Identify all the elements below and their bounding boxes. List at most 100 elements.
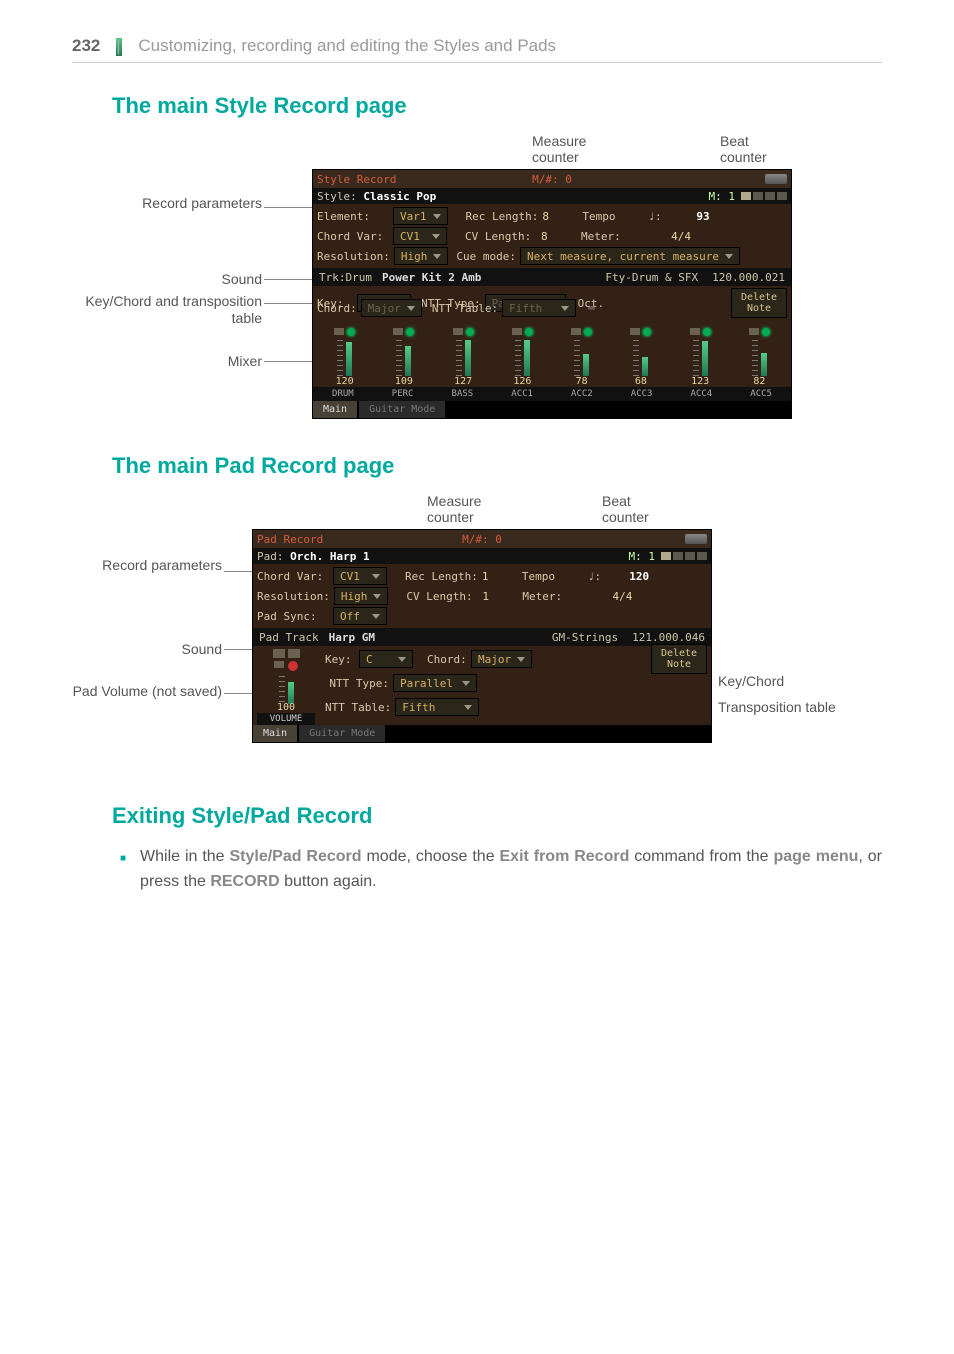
mixer-channel[interactable]: 123 bbox=[671, 328, 730, 387]
beat-counter bbox=[661, 552, 707, 560]
tempo-value[interactable]: 120 bbox=[605, 570, 649, 583]
reclen-label: Rec Length: bbox=[405, 570, 478, 583]
pad-record-screen: Pad Record M/#: 0 Pad: Orch. Harp 1 M: 1… bbox=[252, 529, 712, 743]
chordvar-label: Chord Var: bbox=[317, 230, 389, 243]
reclen-value[interactable]: 8 bbox=[542, 210, 564, 223]
track-bank: GM-Strings bbox=[552, 631, 618, 644]
tab-main[interactable]: Main bbox=[313, 401, 357, 418]
element-label: Element: bbox=[317, 210, 389, 223]
menu-icon[interactable] bbox=[685, 534, 707, 544]
tempo-unit: ♩: bbox=[588, 570, 601, 583]
meter-value[interactable]: 4/4 bbox=[647, 230, 691, 243]
reclen-value[interactable]: 1 bbox=[482, 570, 504, 583]
chordvar-select[interactable]: CV1 bbox=[333, 567, 387, 585]
tab-main[interactable]: Main bbox=[253, 725, 297, 742]
heading-style-record: The main Style Record page bbox=[112, 93, 882, 119]
track-bank: Fty-Drum & SFX bbox=[605, 271, 698, 284]
callout-measure: Measure counter bbox=[427, 493, 481, 525]
track-sound-name[interactable]: Harp GM bbox=[329, 631, 375, 644]
measure-counter: M/#: 0 bbox=[532, 173, 572, 186]
track-label: ACC4 bbox=[672, 387, 732, 401]
cvlen-label: CV Length: bbox=[406, 590, 478, 603]
exit-term: Exit from Record bbox=[500, 848, 630, 865]
exit-term: page menu bbox=[773, 848, 858, 865]
resolution-label: Resolution: bbox=[317, 250, 390, 263]
track-label: ACC2 bbox=[552, 387, 612, 401]
cvlen-value[interactable]: 1 bbox=[482, 590, 504, 603]
style-record-screen: Style Record M/#: 0 Style: Classic Pop M… bbox=[312, 169, 792, 419]
style-label: Style: bbox=[317, 190, 357, 203]
mixer-channel[interactable]: 68 bbox=[611, 328, 670, 387]
mixer-channel[interactable]: 120 bbox=[315, 328, 374, 387]
chord-label: Chord: bbox=[317, 302, 357, 315]
keyboard-icon[interactable]: ⌨ bbox=[588, 302, 595, 315]
cuemode-select[interactable]: Next measure, current measure bbox=[520, 247, 740, 265]
key-label: Key: bbox=[325, 653, 355, 666]
exit-text: command from the bbox=[629, 848, 773, 865]
resolution-select[interactable]: High bbox=[394, 247, 449, 265]
ntttable-select[interactable]: Fifth bbox=[395, 698, 479, 716]
mixer-channel[interactable]: 127 bbox=[434, 328, 493, 387]
page-header: 232 | Customizing, recording and editing… bbox=[72, 36, 882, 63]
callout-keychord-right: Key/Chord bbox=[718, 673, 784, 689]
chord-select[interactable]: Major bbox=[471, 650, 532, 668]
m-value: 1 bbox=[648, 550, 655, 563]
chordvar-label: Chord Var: bbox=[257, 570, 329, 583]
chevron-down-icon bbox=[561, 306, 569, 311]
meter-label: Meter: bbox=[581, 230, 643, 243]
padsync-label: Pad Sync: bbox=[257, 610, 329, 623]
mixer-channel[interactable]: 126 bbox=[493, 328, 552, 387]
track-sound-name[interactable]: Power Kit 2 Amb bbox=[382, 271, 481, 284]
beat-counter bbox=[741, 192, 787, 200]
chevron-down-icon bbox=[462, 681, 470, 686]
track-label: DRUM bbox=[313, 387, 373, 401]
pad-label: Pad: bbox=[257, 550, 284, 563]
exit-term: Style/Pad Record bbox=[229, 848, 361, 865]
meter-value[interactable]: 4/4 bbox=[588, 590, 632, 603]
chevron-down-icon bbox=[517, 657, 525, 662]
measure-counter: M/#: 0 bbox=[462, 533, 502, 546]
tab-guitar-mode[interactable]: Guitar Mode bbox=[359, 401, 445, 418]
callout-keychord: Key/Chord and transposition table bbox=[82, 293, 262, 327]
track-number: 121.000.046 bbox=[632, 631, 705, 644]
element-select[interactable]: Var1 bbox=[393, 207, 448, 225]
callout-beat: Beat counter bbox=[720, 133, 767, 165]
resolution-select[interactable]: High bbox=[334, 587, 389, 605]
chord-select[interactable]: Major bbox=[361, 299, 422, 317]
callout-measure: Measure counter bbox=[532, 133, 586, 165]
mixer-channel[interactable]: 82 bbox=[730, 328, 789, 387]
menu-icon[interactable] bbox=[765, 174, 787, 184]
padsync-select[interactable]: Off bbox=[333, 607, 387, 625]
callout-sound: Sound bbox=[82, 271, 262, 288]
chevron-down-icon bbox=[407, 306, 415, 311]
volume-value[interactable]: 100 bbox=[277, 702, 295, 713]
exit-term: RECORD bbox=[210, 873, 279, 890]
ntttype-select[interactable]: Parallel bbox=[393, 674, 477, 692]
chevron-down-icon bbox=[398, 657, 406, 662]
track-label: ACC5 bbox=[731, 387, 791, 401]
tempo-value[interactable]: 93 bbox=[666, 210, 710, 223]
tempo-label: Tempo bbox=[522, 570, 584, 583]
m-label: M: bbox=[709, 190, 722, 203]
volume-label: VOLUME bbox=[257, 713, 315, 725]
mixer-channel[interactable]: 78 bbox=[552, 328, 611, 387]
chordvar-select[interactable]: CV1 bbox=[393, 227, 447, 245]
m-label: M: bbox=[629, 550, 642, 563]
style-name: Classic Pop bbox=[363, 190, 436, 203]
ntttable-select[interactable]: Fifth bbox=[502, 299, 576, 317]
callout-padvol: Pad Volume (not saved) bbox=[42, 683, 222, 700]
exit-text: mode, choose the bbox=[362, 848, 500, 865]
tab-guitar-mode[interactable]: Guitar Mode bbox=[299, 725, 385, 742]
chevron-down-icon bbox=[433, 254, 441, 259]
callout-trans-table: Transposition table bbox=[718, 699, 838, 715]
mixer-channel[interactable]: 109 bbox=[374, 328, 433, 387]
cvlen-value[interactable]: 8 bbox=[541, 230, 563, 243]
delete-note-button[interactable]: Delete Note bbox=[651, 644, 707, 674]
exit-text: While in the bbox=[140, 848, 229, 865]
chevron-down-icon bbox=[464, 705, 472, 710]
solo-icon[interactable] bbox=[288, 649, 300, 658]
record-indicator-icon bbox=[288, 661, 298, 671]
mute-icon[interactable] bbox=[273, 649, 285, 658]
track-number: 120.000.021 bbox=[712, 271, 785, 284]
key-select[interactable]: C bbox=[359, 650, 413, 668]
